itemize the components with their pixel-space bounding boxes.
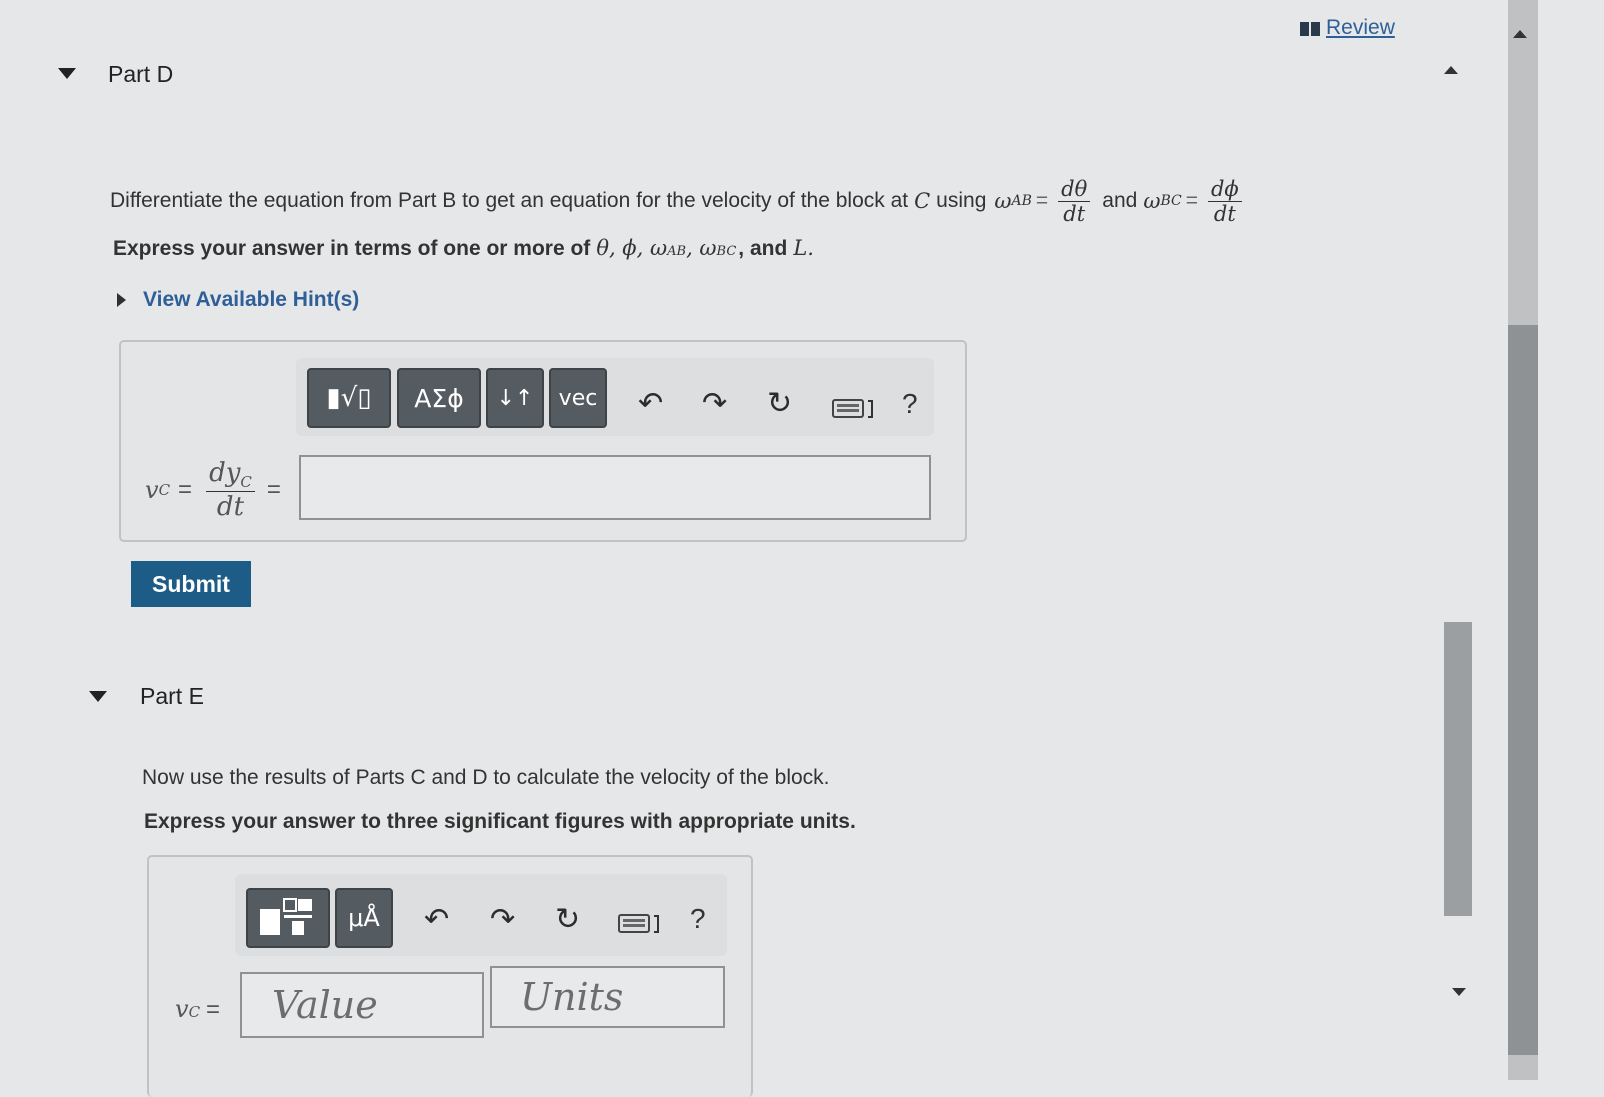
- instruction-text: Express your answer in terms of one or m…: [113, 237, 591, 260]
- lhs-numerator: dy: [209, 457, 241, 488]
- lhs-c-sub: C: [158, 481, 171, 499]
- part-e-question: Now use the results of Parts C and D to …: [142, 766, 830, 789]
- panel-scroll-up-icon[interactable]: [1444, 66, 1458, 74]
- units-input[interactable]: Units: [490, 966, 725, 1028]
- lhs-numerator-sub: C: [240, 473, 252, 492]
- dtheta-numerator: dθ: [1058, 177, 1091, 202]
- vars-l: L.: [793, 236, 814, 260]
- reset-icon-2[interactable]: ↻: [555, 902, 580, 937]
- submit-button[interactable]: Submit: [131, 561, 251, 607]
- vector-button[interactable]: vec: [549, 368, 607, 428]
- undo-icon[interactable]: ↶: [638, 386, 663, 421]
- omega-bc-subscript: BC: [1160, 193, 1182, 209]
- units-button[interactable]: μÅ: [335, 888, 393, 948]
- part-d-answer-input[interactable]: [299, 455, 931, 520]
- part-e-instruction: Express your answer to three significant…: [144, 810, 856, 833]
- lhs-equals: =: [178, 476, 193, 503]
- view-hints-link[interactable]: View Available Hint(s): [143, 288, 359, 312]
- rhs-equals: =: [266, 476, 281, 503]
- value-placeholder: Value: [272, 983, 378, 1027]
- review-link[interactable]: Review: [1326, 16, 1395, 40]
- omega-ab-subscript: AB: [1011, 193, 1032, 209]
- dphi-numerator: dϕ: [1207, 177, 1242, 202]
- dt-denominator: dt: [1063, 201, 1086, 226]
- lhs-equals-e: =: [206, 996, 221, 1023]
- part-e-title: Part E: [140, 683, 204, 709]
- equals-sign-2: =: [1185, 189, 1198, 212]
- equals-sign: =: [1035, 189, 1049, 212]
- lhs-denominator: dt: [216, 492, 245, 523]
- value-input[interactable]: Value: [240, 972, 484, 1038]
- lhs-v-e: v: [175, 995, 189, 1023]
- page-scroll-up-icon[interactable]: [1513, 30, 1527, 38]
- units-placeholder: Units: [520, 975, 624, 1019]
- page-scrollbar-thumb[interactable]: [1508, 325, 1538, 1055]
- part-d-title: Part D: [108, 61, 174, 87]
- undo-icon-2[interactable]: ↶: [424, 902, 449, 937]
- panel-scrollbar-thumb[interactable]: [1444, 622, 1472, 916]
- part-e-collapse-icon[interactable]: [89, 691, 107, 702]
- greek-letters-button[interactable]: ΑΣϕ: [397, 368, 481, 428]
- omega-ab-symbol: ω: [994, 189, 1012, 213]
- vars-and: , and: [738, 237, 788, 260]
- part-d-question: Differentiate the equation from Part B t…: [110, 166, 1350, 236]
- help-button-2[interactable]: ?: [690, 903, 706, 935]
- lhs-v: v: [145, 476, 159, 504]
- help-button[interactable]: ?: [902, 388, 918, 420]
- dphi-dt-fraction: dϕ dt: [1207, 177, 1242, 226]
- lhs-c-sub-e: C: [188, 1003, 201, 1021]
- dyc-dt-fraction: dyC dt: [206, 458, 255, 522]
- keyboard-icon[interactable]: [832, 398, 876, 425]
- arrows-button[interactable]: ↓↑: [486, 368, 544, 428]
- dt-denominator-2: dt: [1213, 201, 1236, 226]
- hint-expand-icon[interactable]: [117, 293, 126, 307]
- redo-icon-2[interactable]: ↷: [490, 902, 515, 937]
- units-templates-button[interactable]: [246, 888, 330, 948]
- question-text: Differentiate the equation from Part B t…: [110, 189, 909, 212]
- point-c: C: [914, 189, 931, 213]
- part-d-instruction: Express your answer in terms of one or m…: [113, 236, 814, 261]
- vars-bc-sub: BC: [716, 244, 737, 259]
- templates-button[interactable]: ▮√▯: [307, 368, 391, 428]
- vars-list: θ, ϕ, ω: [596, 236, 668, 260]
- reset-icon[interactable]: ↻: [767, 386, 792, 421]
- vars-ab-sub: AB: [667, 244, 687, 259]
- using-word: using: [936, 189, 987, 212]
- part-e-lhs: vC =: [175, 995, 220, 1024]
- part-d-lhs: vC = dyC dt =: [145, 458, 281, 522]
- redo-icon[interactable]: ↷: [702, 386, 727, 421]
- dtheta-dt-fraction: dθ dt: [1058, 177, 1091, 226]
- vars-omega-bc: , ω: [686, 236, 717, 260]
- and-word: and: [1102, 189, 1138, 212]
- review-icon: [1300, 22, 1320, 36]
- panel-scroll-down-icon[interactable]: [1452, 988, 1466, 996]
- part-d-collapse-icon[interactable]: [58, 68, 76, 79]
- omega-bc-symbol: ω: [1143, 189, 1161, 213]
- keyboard-icon-2[interactable]: [618, 913, 662, 940]
